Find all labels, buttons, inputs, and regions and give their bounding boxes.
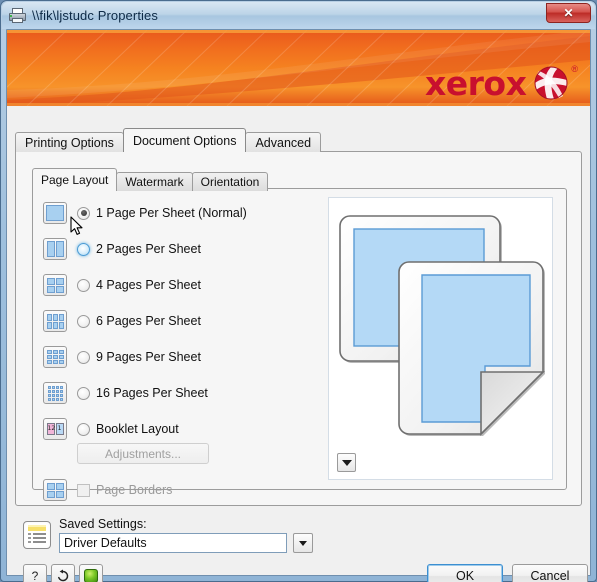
saved-settings-icon xyxy=(23,521,51,549)
printer-status-button[interactable] xyxy=(79,564,103,582)
option-row-9-pages-per-sheet[interactable]: 9 Pages Per Sheet xyxy=(43,339,313,375)
printer-icon xyxy=(9,7,26,24)
booklet-layout-icon: 12 1 xyxy=(43,418,67,440)
option-label: 1 Page Per Sheet (Normal) xyxy=(96,206,247,220)
radio-16-pages-per-sheet[interactable] xyxy=(77,386,90,400)
page-borders-icon xyxy=(43,479,67,501)
option-row-2-pages-per-sheet[interactable]: 2 Pages Per Sheet xyxy=(43,231,313,267)
option-label: 4 Pages Per Sheet xyxy=(96,278,201,292)
booklet-page-right: 1 xyxy=(55,423,64,435)
sub-tab-strip: Page Layout Watermark Orientation xyxy=(32,168,269,191)
booklet-page-left: 12 xyxy=(46,423,55,435)
xerox-logo: xerox ® xyxy=(424,63,578,103)
radio-6-pages-per-sheet[interactable] xyxy=(77,314,90,328)
xerox-ball-icon xyxy=(534,66,568,100)
layout-preview-icon xyxy=(43,202,67,224)
option-row-page-borders: Page Borders xyxy=(43,472,313,508)
radio-4-pages-per-sheet[interactable] xyxy=(77,278,90,292)
tab-document-options[interactable]: Document Options xyxy=(122,128,247,152)
undo-arrow-icon xyxy=(58,569,69,581)
page-borders-checkbox xyxy=(77,483,90,497)
subtab-page-layout[interactable]: Page Layout xyxy=(32,168,118,191)
green-status-icon xyxy=(84,568,98,582)
option-label: 6 Pages Per Sheet xyxy=(96,314,201,328)
layout-preview-icon xyxy=(43,310,67,332)
option-row-6-pages-per-sheet[interactable]: 6 Pages Per Sheet xyxy=(43,303,313,339)
radio-9-pages-per-sheet[interactable] xyxy=(77,350,90,364)
document-options-panel: Page Layout Watermark Orientation 1 Page P… xyxy=(15,151,582,506)
saved-settings-dropdown-button[interactable] xyxy=(293,533,313,553)
page-layout-panel: 1 Page Per Sheet (Normal) 2 Pages Per She… xyxy=(32,188,567,501)
main-tab-strip: Printing Options Document Options Advanced xyxy=(15,128,582,152)
ok-button[interactable]: OK xyxy=(427,564,503,582)
saved-settings-combo[interactable]: Driver Defaults xyxy=(59,533,313,553)
adjustments-button: Adjustments... xyxy=(77,443,209,464)
saved-settings-value[interactable]: Driver Defaults xyxy=(59,533,287,553)
tab-printing-options[interactable]: Printing Options xyxy=(15,132,124,152)
layout-preview xyxy=(328,197,553,480)
title-bar: \\fik\ljstudc Properties ✕ xyxy=(2,2,595,29)
screenshot-root: \\fik\ljstudc Properties ✕ xerox ® Print… xyxy=(0,0,597,582)
properties-window: \\fik\ljstudc Properties ✕ xerox ® Print… xyxy=(0,0,597,582)
saved-settings-label: Saved Settings: xyxy=(59,517,147,531)
dialog-client-area: xerox ® Printing Options Document Option… xyxy=(6,29,591,582)
option-label: Page Borders xyxy=(96,483,173,497)
option-row-1-page-per-sheet-normal[interactable]: 1 Page Per Sheet (Normal) xyxy=(43,195,313,231)
option-label: 2 Pages Per Sheet xyxy=(96,242,201,256)
preview-pages-graphic xyxy=(339,215,545,436)
close-button[interactable]: ✕ xyxy=(546,3,591,23)
radio-1-page-per-sheet-normal[interactable] xyxy=(77,206,90,220)
subtab-orientation[interactable]: Orientation xyxy=(191,172,269,191)
option-label: 16 Pages Per Sheet xyxy=(96,386,208,400)
radio-booklet-layout[interactable] xyxy=(77,422,90,436)
cancel-button[interactable]: Cancel xyxy=(512,564,588,582)
registered-mark: ® xyxy=(571,64,578,74)
layout-preview-icon xyxy=(43,274,67,296)
option-label: Booklet Layout xyxy=(96,422,179,436)
xerox-banner: xerox ® xyxy=(7,30,590,106)
layout-preview-icon xyxy=(43,346,67,368)
help-button[interactable]: ? xyxy=(23,564,47,582)
option-row-booklet-layout[interactable]: 12 1 Booklet Layout xyxy=(43,411,313,447)
option-row-4-pages-per-sheet[interactable]: 4 Pages Per Sheet xyxy=(43,267,313,303)
radio-2-pages-per-sheet[interactable] xyxy=(77,242,90,256)
layout-preview-icon xyxy=(43,238,67,260)
preview-dropdown-button[interactable] xyxy=(337,453,356,472)
option-row-16-pages-per-sheet[interactable]: 16 Pages Per Sheet xyxy=(43,375,313,411)
option-label: 9 Pages Per Sheet xyxy=(96,350,201,364)
layout-preview-icon xyxy=(43,382,67,404)
window-title: \\fik\ljstudc Properties xyxy=(32,8,158,23)
restore-defaults-button[interactable] xyxy=(51,564,75,582)
tab-advanced[interactable]: Advanced xyxy=(245,132,322,152)
xerox-wordmark: xerox xyxy=(424,63,527,103)
saved-settings-group: Saved Settings: Driver Defaults xyxy=(23,517,313,553)
page-layout-options: 1 Page Per Sheet (Normal) 2 Pages Per She… xyxy=(43,195,313,508)
subtab-watermark[interactable]: Watermark xyxy=(116,172,193,191)
chevron-down-icon xyxy=(299,540,307,546)
chevron-down-icon xyxy=(341,459,352,466)
help-label: ? xyxy=(31,568,39,582)
